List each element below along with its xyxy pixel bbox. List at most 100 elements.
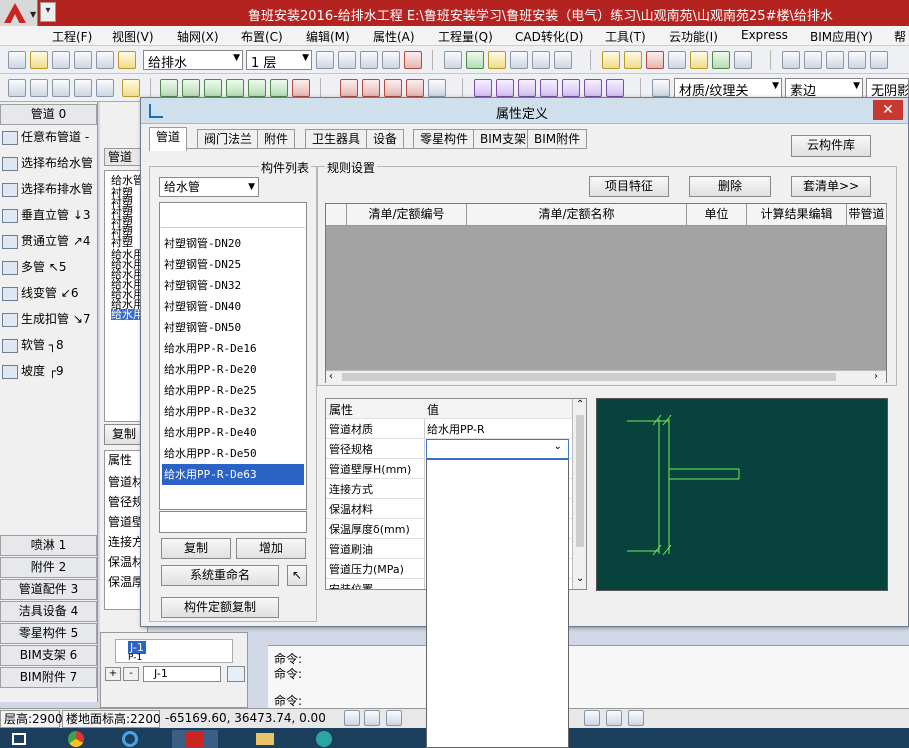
layer-toggle-icon[interactable] (606, 710, 622, 726)
chevron-down-icon[interactable]: ▼ (30, 10, 36, 19)
list-item[interactable]: 给水用PP-R-De50 (162, 443, 304, 464)
list-item[interactable]: 衬塑钢管-DN32 (162, 275, 304, 296)
scroll-right-icon[interactable]: › (874, 371, 878, 382)
tool-multi-pipe[interactable]: 多管 ↖5 (2, 256, 67, 278)
system-rename-button[interactable]: 系统重命名 (161, 565, 279, 586)
category-bim-attachment[interactable]: BIM附件 7 (0, 667, 97, 688)
explorer-icon[interactable] (246, 730, 286, 748)
tool-vertical-riser[interactable]: 垂直立管 ↓3 (2, 204, 91, 226)
floor-manage-icon[interactable] (316, 51, 334, 69)
window-icon[interactable] (96, 79, 114, 97)
bulb-off-icon[interactable] (624, 51, 642, 69)
list-item[interactable]: 给水用PP-R-De40 (162, 422, 304, 443)
pipe-tee-icon[interactable] (270, 79, 288, 97)
delete-button[interactable]: 删除 (689, 176, 771, 197)
title-menu-button[interactable]: ▾ (40, 2, 56, 22)
filter-icon[interactable] (668, 51, 686, 69)
ortho-icon[interactable] (364, 710, 380, 726)
export-icon[interactable] (30, 79, 48, 97)
category-sprinkler[interactable]: 喷淋 1 (0, 535, 97, 556)
menu-view[interactable]: 视图(V) (112, 28, 154, 45)
bulb-icon[interactable] (602, 51, 620, 69)
component-name-input[interactable] (159, 511, 307, 533)
redo-icon[interactable] (382, 51, 400, 69)
cube-icon[interactable] (474, 79, 492, 97)
add-button[interactable]: 增加 (236, 538, 306, 559)
cylinder-icon[interactable] (496, 79, 514, 97)
luban-app-icon[interactable] (172, 730, 218, 748)
find-icon[interactable] (96, 51, 114, 69)
apply-list-button[interactable]: 套清单>> (791, 176, 871, 197)
zoom-icon[interactable] (734, 51, 752, 69)
tab-sanitary[interactable]: 卫生器具 (305, 129, 368, 149)
edge-style-select[interactable]: 素边 ▼ (785, 78, 863, 99)
rule-col-header[interactable]: 清单/定额名称 (467, 204, 687, 226)
report-icon[interactable] (554, 51, 572, 69)
folder-icon[interactable] (122, 79, 140, 97)
pipe-bend-icon[interactable] (204, 79, 222, 97)
close-icon[interactable]: ✕ (873, 100, 903, 120)
pick-icon[interactable] (227, 666, 245, 682)
category-misc[interactable]: 零星构件 5 (0, 623, 97, 644)
tool-slope[interactable]: 坡度 ┌9 (2, 360, 64, 382)
text-style-icon[interactable] (804, 51, 822, 69)
print-icon[interactable] (52, 79, 70, 97)
pick-icon[interactable]: ↖ (287, 565, 307, 586)
rule-col-header[interactable]: 计算结果编辑 (747, 204, 847, 226)
rotate-icon[interactable] (362, 79, 380, 97)
list-item[interactable]: 给水用PP-R-De32 (162, 401, 304, 422)
browser-icon[interactable] (60, 730, 94, 748)
start-icon[interactable] (2, 730, 38, 748)
material-texture-select[interactable]: 材质/纹理关 ▼ (674, 78, 782, 99)
category-pipe-fitting[interactable]: 管道配件 3 (0, 579, 97, 600)
pipe-spec-select[interactable]: ⌄ (426, 439, 569, 459)
tool-soft-pipe[interactable]: 软管 ┐8 (2, 334, 64, 356)
open-folder-icon[interactable] (30, 51, 48, 69)
ie-icon[interactable] (114, 730, 148, 748)
osnap-icon[interactable] (584, 710, 600, 726)
menu-tools[interactable]: 工具(T) (605, 28, 646, 45)
menu-quantity[interactable]: 工程量(Q) (438, 28, 493, 45)
delete-icon[interactable] (406, 79, 424, 97)
command-area[interactable]: 命令: 命令: 命令: (268, 645, 909, 710)
cloud-library-button[interactable]: 云构件库 (791, 135, 871, 157)
remove-floor-button[interactable]: - (123, 667, 139, 681)
notes-icon[interactable] (118, 51, 136, 69)
tab-bim-attachment[interactable]: BIM附件 (527, 129, 588, 149)
hide-icon[interactable] (646, 51, 664, 69)
tool-line-to-pipe[interactable]: 线变管 ↙6 (2, 282, 79, 304)
browser-copy-button[interactable]: 复制 (104, 424, 144, 445)
menu-cad[interactable]: CAD转化(D) (515, 28, 583, 45)
line-icon[interactable] (848, 51, 866, 69)
pipe-spec-dropdown-list[interactable] (426, 459, 569, 748)
extend-icon[interactable] (428, 79, 446, 97)
box-top-icon[interactable] (562, 79, 580, 97)
item-feature-button[interactable]: 项目特征 (589, 176, 669, 197)
menu-edit[interactable]: 编辑(M) (306, 28, 350, 45)
table-icon[interactable] (782, 51, 800, 69)
pipe-branch-icon[interactable] (182, 79, 200, 97)
add-floor-button[interactable]: + (105, 667, 121, 681)
calculator-icon[interactable] (532, 51, 550, 69)
dimension-icon[interactable] (826, 51, 844, 69)
tool-any-pipe[interactable]: 任意布管道 - (2, 126, 89, 148)
match-icon[interactable] (510, 51, 528, 69)
brush-icon[interactable] (488, 51, 506, 69)
pipe-draw-icon[interactable] (160, 79, 178, 97)
box-side-icon[interactable] (540, 79, 558, 97)
list-item[interactable]: 衬塑钢管-DN40 (162, 296, 304, 317)
category-pipe[interactable]: 管道 0 (0, 104, 97, 125)
component-list[interactable]: 衬塑钢管-DN20 衬塑钢管-DN25 衬塑钢管-DN32 衬塑钢管-DN40 … (159, 202, 307, 510)
eraser-icon[interactable] (404, 51, 422, 69)
snap-icon[interactable] (344, 710, 360, 726)
import-icon[interactable] (8, 79, 26, 97)
list-item[interactable]: 给水用PP-R-De16 (162, 338, 304, 359)
list-item[interactable]: 衬塑钢管-DN50 (162, 317, 304, 338)
move-icon[interactable] (340, 79, 358, 97)
menu-layout[interactable]: 布置(C) (241, 28, 283, 45)
menu-attribute[interactable]: 属性(A) (373, 28, 415, 45)
render-icon[interactable] (652, 79, 670, 97)
list-item[interactable]: 给水用PP-R-De25 (162, 380, 304, 401)
eye-icon[interactable] (712, 51, 730, 69)
box-front-icon[interactable] (518, 79, 536, 97)
